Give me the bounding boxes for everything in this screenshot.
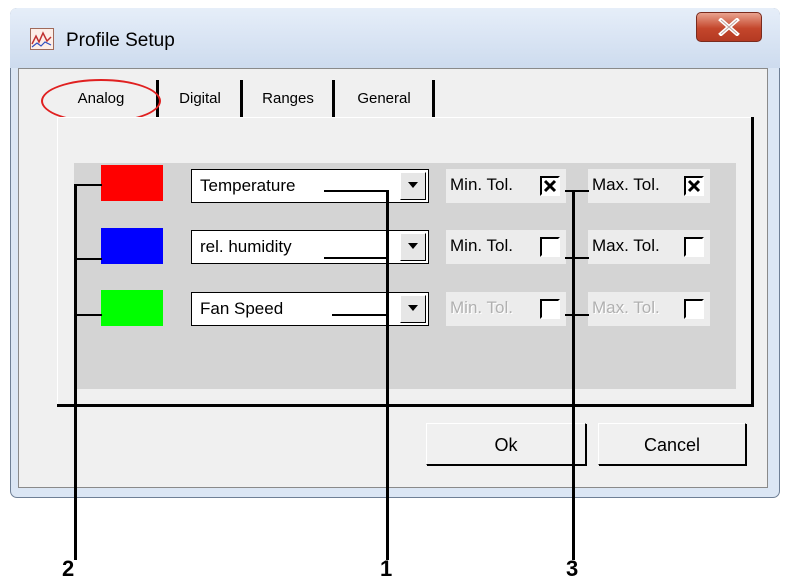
tab-divider <box>240 80 243 118</box>
min-tol-group: Min. Tol. <box>446 230 566 264</box>
callout-leader-1 <box>324 190 388 192</box>
callout-leader-3 <box>572 190 575 560</box>
tab-ranges-label: Ranges <box>262 90 314 107</box>
min-tol-label: Min. Tol. <box>450 175 513 194</box>
tab-digital-label: Digital <box>179 90 221 107</box>
color-swatch-channel-2[interactable] <box>101 228 163 264</box>
check-x-icon <box>687 179 701 193</box>
callout-number-2: 2 <box>62 556 75 581</box>
min-tol-checkbox[interactable] <box>540 299 560 319</box>
tab-divider <box>332 80 335 118</box>
color-swatch-channel-3[interactable] <box>101 290 163 326</box>
channel-2-select[interactable]: rel. humidity <box>191 230 429 264</box>
chart-app-icon <box>30 28 54 50</box>
channel-1-value: Temperature <box>200 176 296 195</box>
min-tol-group: Min. Tol. <box>446 292 566 326</box>
callout-leader-3 <box>565 257 589 259</box>
ok-button[interactable]: Ok <box>426 423 586 465</box>
tab-general-label: General <box>357 90 411 107</box>
dropdown-button[interactable] <box>400 295 426 323</box>
panel-shadow <box>751 117 754 407</box>
min-tol-label: Min. Tol. <box>450 236 513 255</box>
callout-number-3: 3 <box>566 556 579 581</box>
callout-leader-3 <box>565 314 589 316</box>
max-tol-checkbox[interactable] <box>684 237 704 257</box>
chevron-down-icon <box>408 305 418 311</box>
max-tol-group: Max. Tol. <box>588 169 710 203</box>
max-tol-label: Max. Tol. <box>592 236 660 255</box>
color-swatch-channel-1[interactable] <box>101 165 163 201</box>
check-x-icon <box>543 179 557 193</box>
close-icon <box>718 18 740 36</box>
min-tol-checkbox[interactable] <box>540 176 560 196</box>
tab-divider <box>432 80 435 118</box>
tab-digital[interactable]: Digital <box>160 81 240 119</box>
callout-leader-2 <box>74 185 77 560</box>
callout-number-1: 1 <box>380 556 393 581</box>
callout-leader-3 <box>565 190 589 192</box>
chevron-down-icon <box>408 243 418 249</box>
window-title: Profile Setup <box>66 30 175 51</box>
panel-shadow <box>57 404 754 407</box>
callout-leader-1 <box>386 190 389 560</box>
cancel-button[interactable]: Cancel <box>598 423 746 465</box>
min-tol-group: Min. Tol. <box>446 169 566 203</box>
tab-general[interactable]: General <box>336 81 432 119</box>
callout-leader-1 <box>324 257 388 259</box>
callout-leader-2 <box>74 258 102 260</box>
channel-3-select[interactable]: Fan Speed <box>191 292 429 326</box>
tab-ranges[interactable]: Ranges <box>244 81 332 119</box>
callout-leader-2 <box>74 184 102 186</box>
channel-1-select[interactable]: Temperature <box>191 169 429 203</box>
callout-leader-2 <box>74 314 102 316</box>
callout-leader-1 <box>332 314 388 316</box>
dropdown-button[interactable] <box>400 233 426 261</box>
max-tol-group: Max. Tol. <box>588 230 710 264</box>
channel-3-value: Fan Speed <box>200 299 284 318</box>
max-tol-label: Max. Tol. <box>592 175 660 194</box>
max-tol-group: Max. Tol. <box>588 292 710 326</box>
min-tol-label: Min. Tol. <box>450 298 513 317</box>
channel-2-value: rel. humidity <box>200 237 292 256</box>
close-button[interactable] <box>696 12 762 42</box>
max-tol-label: Max. Tol. <box>592 298 660 317</box>
dropdown-button[interactable] <box>400 172 426 200</box>
max-tol-checkbox[interactable] <box>684 176 704 196</box>
chevron-down-icon <box>408 182 418 188</box>
min-tol-checkbox[interactable] <box>540 237 560 257</box>
max-tol-checkbox[interactable] <box>684 299 704 319</box>
